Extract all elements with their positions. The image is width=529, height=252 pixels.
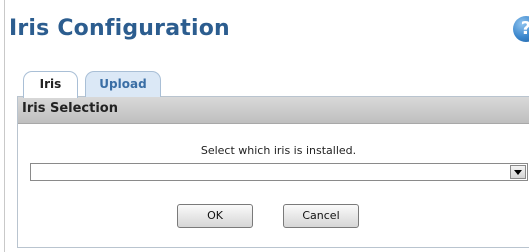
instruction-text: Select which iris is installed. bbox=[200, 144, 357, 157]
tab-iris[interactable]: Iris bbox=[23, 71, 78, 98]
ok-button[interactable]: OK bbox=[177, 204, 253, 228]
iris-select[interactable] bbox=[30, 163, 528, 181]
page-title: Iris Configuration bbox=[9, 16, 230, 41]
help-icon[interactable]: ? bbox=[513, 16, 529, 42]
panel-header: Iris Selection bbox=[18, 97, 529, 124]
chevron-down-icon[interactable] bbox=[510, 165, 526, 179]
tab-label: Upload bbox=[99, 77, 147, 91]
frame-border bbox=[4, 0, 5, 252]
tab-upload[interactable]: Upload bbox=[85, 71, 161, 97]
cancel-button[interactable]: Cancel bbox=[283, 204, 359, 228]
tab-label: Iris bbox=[39, 77, 62, 91]
panel-title: Iris Selection bbox=[22, 101, 118, 116]
